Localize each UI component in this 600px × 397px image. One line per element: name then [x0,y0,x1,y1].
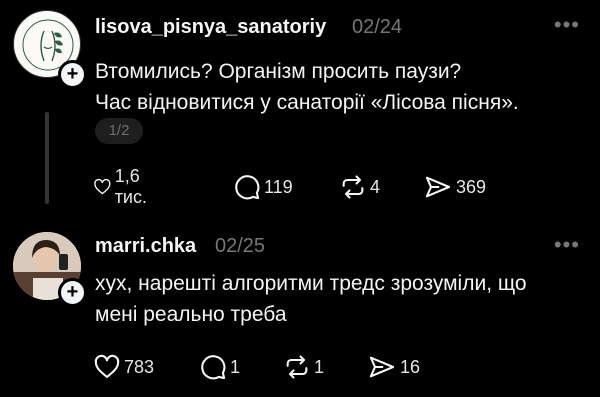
follow-plus-icon[interactable]: + [58,60,87,89]
post-text-line: Час відновитися у санаторії «Лісова пісн… [95,91,519,114]
share-button[interactable]: 16 [367,352,420,382]
repost-button[interactable]: 1 [283,352,324,382]
repost-icon [342,175,364,199]
carousel-pager: 1/2 [95,118,143,144]
more-icon[interactable]: ••• [554,12,580,38]
repost-button[interactable]: 4 [339,172,380,202]
comment-icon [201,355,226,380]
username[interactable]: marri.chka [95,235,196,258]
repost-count: 1 [314,356,325,377]
more-icon[interactable]: ••• [554,232,580,258]
post-date: 02/24 [352,16,403,38]
share-button[interactable]: 369 [423,172,486,202]
post-date: 02/25 [215,235,266,257]
follow-plus-icon[interactable]: + [58,278,87,307]
send-icon [369,356,395,378]
post-text: хух, нарешті алгоритми тредс зрозуміли, … [95,268,585,330]
repost-icon [286,355,308,379]
send-icon [425,176,451,198]
share-count: 16 [400,356,421,377]
post-text-line: Втомились? Організм просить паузи? [95,60,462,83]
like-count: 1,6 тис. [114,166,147,207]
reply-button[interactable]: 119 [233,172,293,202]
repost-count: 4 [370,176,381,197]
reply-button[interactable]: 1 [199,352,240,382]
post: + marri.chka 02/25 ••• хух, нарешті алго… [0,222,600,397]
reply-count: 1 [230,356,241,377]
like-button[interactable]: 1,6 тис. [93,166,156,207]
reply-count: 119 [264,176,293,197]
like-count: 783 [124,356,155,377]
like-button[interactable]: 783 [93,352,154,382]
post: + lisova_pisnya_sanatoriy 02/24 ••• Втом… [0,0,600,222]
thread-line [45,112,49,204]
share-count: 369 [456,176,487,197]
heart-icon [94,178,111,195]
post-text-line: хух, нарешті алгоритми тредс зрозуміли, … [95,272,527,295]
post-text: Втомились? Організм просить паузи? Час в… [95,56,585,118]
comment-icon [235,175,260,200]
heart-icon [94,354,120,378]
post-text-line: мені реально треба [95,303,287,326]
username[interactable]: lisova_pisnya_sanatoriy [95,16,326,39]
